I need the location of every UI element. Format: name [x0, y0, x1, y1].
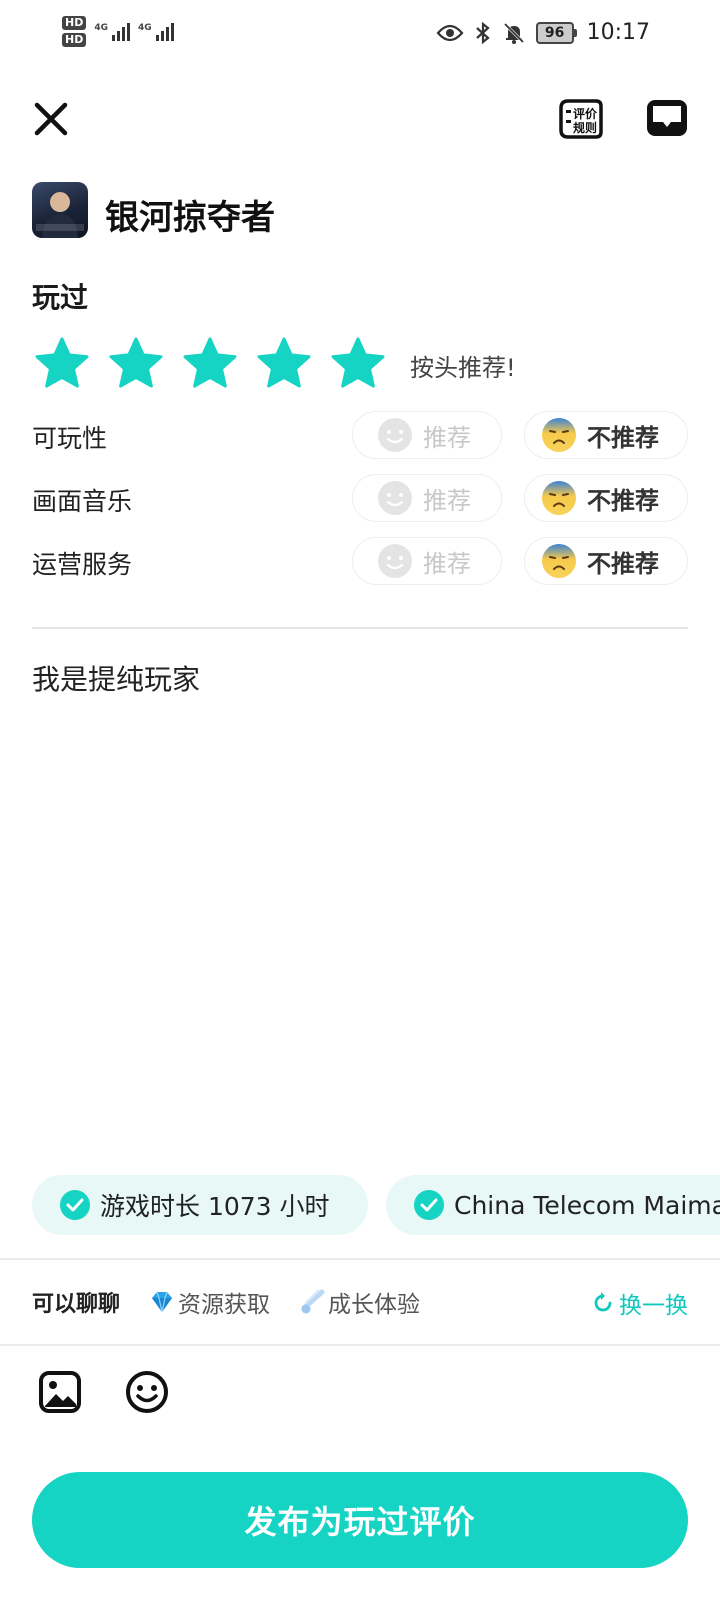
signal-icon: 4G	[94, 22, 130, 41]
check-circle-icon	[414, 1190, 444, 1220]
not-recommend-button[interactable]: 不推荐	[524, 537, 688, 585]
hd-badge-1: HD	[62, 16, 87, 30]
divider	[0, 1258, 720, 1260]
star-icon[interactable]	[254, 336, 314, 390]
aspect-label: 运营服务	[32, 550, 133, 579]
signal-icon: 4G	[138, 22, 174, 41]
star-icon[interactable]	[328, 336, 388, 390]
aspect-label: 画面音乐	[32, 487, 133, 516]
smile-face-icon	[378, 418, 412, 452]
not-recommend-button[interactable]: 不推荐	[524, 411, 688, 459]
aspect-row-graphics-music: 画面音乐 推荐 不推荐	[32, 474, 688, 522]
prompt-resource[interactable]: 资源获取	[148, 1285, 270, 1319]
smile-face-icon	[378, 481, 412, 515]
battery-icon: 96	[535, 21, 577, 44]
svg-text:规则: 规则	[573, 120, 597, 135]
review-text-input[interactable]: 我是提纯玩家	[32, 658, 200, 698]
svg-text:评价: 评价	[573, 107, 598, 121]
check-circle-icon	[60, 1190, 90, 1220]
star-icon[interactable]	[106, 336, 166, 390]
refresh-prompts-button[interactable]: 换一换	[591, 1286, 688, 1320]
aspect-label: 可玩性	[32, 424, 108, 453]
not-recommend-button[interactable]: 不推荐	[524, 474, 688, 522]
recommend-button[interactable]: 推荐	[352, 537, 502, 585]
battery-level: 96	[535, 21, 574, 44]
game-icon[interactable]	[32, 182, 88, 238]
smile-face-icon	[378, 544, 412, 578]
aspect-row-playability: 可玩性 推荐 不推荐	[32, 411, 688, 459]
status-bar: HD HD 4G 4G 96 10:17	[0, 0, 720, 72]
star-icon[interactable]	[32, 336, 92, 390]
aspect-row-operations: 运营服务 推荐 不推荐	[32, 537, 688, 585]
chat-bubble-icon[interactable]	[645, 98, 689, 140]
publish-review-button[interactable]: 发布为玩过评价	[32, 1472, 688, 1568]
review-rules-icon[interactable]: 评价 规则	[558, 98, 604, 140]
close-icon[interactable]	[30, 98, 72, 140]
star-rating[interactable]	[32, 336, 388, 390]
divider	[32, 627, 688, 629]
sad-face-icon	[542, 544, 576, 578]
tag-device[interactable]: China Telecom Maima	[386, 1175, 720, 1235]
sad-face-icon	[542, 418, 576, 452]
sad-face-icon	[542, 481, 576, 515]
refresh-icon	[594, 1292, 612, 1312]
prompts-label: 可以聊聊	[32, 1292, 121, 1317]
emoji-icon[interactable]	[124, 1369, 170, 1415]
played-status-label: 玩过	[32, 281, 89, 314]
game-cover-icon	[36, 191, 84, 238]
clock: 10:17	[586, 20, 650, 45]
divider	[0, 1344, 720, 1346]
hd-badge-2: HD	[62, 33, 87, 47]
eye-icon	[436, 24, 464, 41]
discussion-prompts: 可以聊聊 资源获取 成长体验 换一换	[32, 1282, 688, 1322]
recommend-button[interactable]: 推荐	[352, 474, 502, 522]
diamond-icon	[152, 1291, 173, 1313]
comet-icon	[301, 1289, 325, 1314]
star-icon[interactable]	[180, 336, 240, 390]
recommend-button[interactable]: 推荐	[352, 411, 502, 459]
rating-text: 按头推荐!	[410, 354, 516, 382]
bell-off-icon	[503, 22, 524, 44]
image-upload-icon[interactable]	[38, 1370, 82, 1414]
game-title: 银河掠夺者	[105, 198, 275, 238]
bluetooth-icon	[475, 21, 490, 44]
tag-list: 游戏时长 1073 小时 China Telecom Maima	[32, 1175, 720, 1235]
tag-playtime[interactable]: 游戏时长 1073 小时	[32, 1175, 368, 1235]
prompt-growth[interactable]: 成长体验	[298, 1285, 420, 1319]
